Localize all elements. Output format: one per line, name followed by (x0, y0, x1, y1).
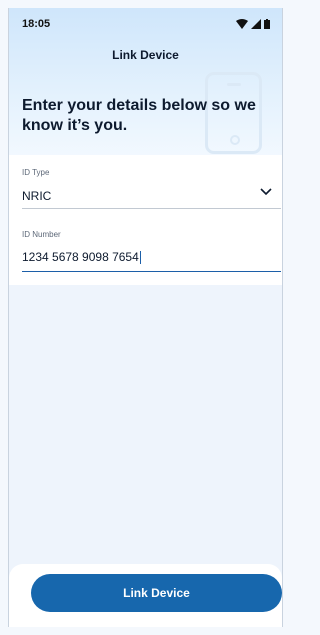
id-type-select[interactable]: NRIC (22, 189, 51, 203)
intro-heading: Enter your details below so we know it’s… (22, 97, 256, 134)
id-type-label: ID Type (22, 168, 50, 177)
id-number-label: ID Number (22, 230, 61, 239)
battery-icon (264, 19, 270, 29)
wifi-icon (236, 19, 248, 29)
app-screen: 18:05 Link Device Enter your details bel… (8, 8, 283, 627)
signal-icon (251, 19, 261, 29)
text-cursor (139, 251, 141, 265)
status-time: 18:05 (22, 18, 51, 30)
details-form (9, 155, 282, 285)
status-icons (236, 19, 270, 29)
id-number-value: 1234 5678 9098 7654 (22, 250, 139, 264)
id-type-underline (22, 208, 281, 209)
chevron-down-icon[interactable] (260, 188, 272, 196)
page-title: Link Device (112, 48, 179, 62)
id-number-field[interactable]: 1234 5678 9098 7654 (22, 250, 141, 265)
id-number-underline (22, 271, 281, 272)
status-bar: 18:05 (9, 8, 282, 40)
link-device-button[interactable]: Link Device (31, 574, 282, 612)
